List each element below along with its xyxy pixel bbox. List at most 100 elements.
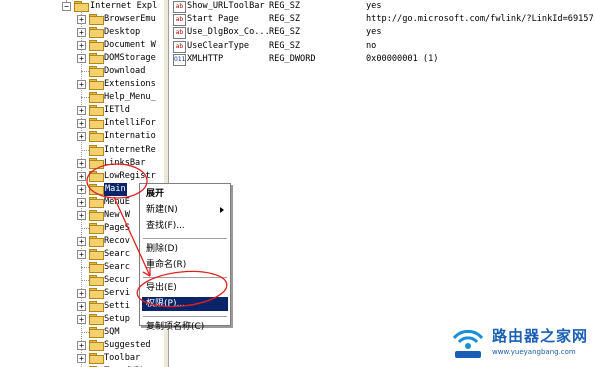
tree-node[interactable]: + LowRegistr	[0, 170, 163, 183]
menu-item[interactable]: 展开	[142, 187, 228, 201]
folder-icon	[89, 196, 104, 208]
folder-icon	[89, 40, 104, 52]
expand-expander-icon[interactable]: +	[77, 80, 86, 90]
router-logo-icon	[452, 329, 484, 358]
folder-icon	[89, 340, 104, 352]
expand-expander-icon[interactable]: +	[77, 171, 86, 181]
folder-icon	[89, 183, 104, 195]
tree-guide-line	[81, 97, 89, 99]
expand-expander-icon[interactable]: +	[77, 158, 86, 168]
value-name: Show_URLToolBar	[187, 1, 265, 11]
expand-expander-icon[interactable]: +	[77, 197, 86, 207]
tree-node[interactable]: SQM	[0, 326, 163, 339]
tree-node-label: PageS	[104, 222, 130, 233]
tree-node-label: MenuE	[104, 196, 130, 207]
tree-node[interactable]: InternetRe	[0, 144, 163, 157]
expand-expander-icon[interactable]: +	[77, 354, 86, 364]
folder-icon	[89, 118, 104, 130]
tree-node-label: Secur	[104, 275, 130, 285]
tree-node[interactable]: + Internatio	[0, 130, 163, 143]
folder-open-icon	[74, 1, 89, 12]
tree-node-label: Setup	[104, 314, 130, 325]
registry-value-row[interactable]: ab UseClearType REG_SZ no	[169, 40, 595, 53]
menu-item[interactable]: 复制项名称(C)	[142, 320, 228, 334]
menu-item-label: 新建(N)	[146, 205, 178, 215]
tree-node[interactable]: + Document W	[0, 39, 163, 52]
collapse-expander-icon[interactable]: −	[62, 2, 71, 11]
menu-separator	[143, 238, 227, 240]
menu-item[interactable]: 查找(F)...	[142, 219, 228, 233]
tree-node-label: BrowserEmu	[104, 14, 156, 24]
expand-expander-icon[interactable]: +	[77, 302, 86, 312]
tree-node[interactable]: + IntelliFor	[0, 117, 163, 130]
value-type: REG_SZ	[269, 14, 301, 25]
expand-expander-icon[interactable]: +	[77, 41, 86, 51]
tree-guide-line	[81, 332, 89, 334]
tree-guide-line	[81, 280, 89, 281]
folder-icon	[89, 53, 104, 65]
tree-node-label: SQM	[104, 327, 120, 338]
expand-expander-icon[interactable]: +	[77, 236, 86, 246]
menu-item-label: 删除(D)	[146, 244, 178, 254]
folder-icon	[89, 157, 104, 169]
expand-expander-icon[interactable]: +	[77, 15, 86, 24]
expand-expander-icon[interactable]: +	[77, 289, 86, 299]
tree-node[interactable]: + Suggested	[0, 339, 163, 352]
menu-item[interactable]: 权限(P)...	[142, 297, 228, 311]
tree-node[interactable]: + Toolbar	[0, 352, 163, 365]
tree-node[interactable]: + Desktop	[0, 26, 163, 39]
tree-node-label: LowRegistr	[104, 170, 156, 181]
menu-item-label: 查找(F)...	[146, 221, 185, 231]
expand-expander-icon[interactable]: +	[77, 341, 86, 351]
tree-node[interactable]: + BrowserEmu	[0, 13, 163, 26]
tree-node-label: Help_Menu_	[104, 92, 156, 103]
folder-icon	[89, 235, 104, 247]
expand-expander-icon[interactable]: +	[77, 210, 86, 220]
reg-string-icon: ab	[173, 1, 186, 13]
folder-icon	[89, 14, 104, 25]
menu-item[interactable]: 导出(E)	[142, 281, 228, 295]
folder-icon	[89, 144, 104, 156]
tree-node[interactable]: + Extensions	[0, 78, 163, 91]
tree-node-label: Searc	[104, 261, 130, 272]
tree-node[interactable]: + DOMStorage	[0, 52, 163, 65]
folder-icon	[89, 327, 104, 339]
context-menu: 展开新建(N) 查找(F)... 删除(D) 重命名(R) 导出(E) 权限(P)... 复…	[139, 183, 231, 332]
tree-node[interactable]: Download	[0, 65, 163, 78]
menu-item-label: 权限(P)...	[146, 299, 186, 309]
value-type: REG_DWORD	[269, 53, 316, 64]
expand-expander-icon[interactable]: +	[77, 106, 86, 116]
registry-value-row[interactable]: ab Use_DlgBox_Co... REG_SZ yes	[169, 26, 595, 40]
tree-node[interactable]: + IETld	[0, 104, 163, 117]
value-data: 0x00000001 (1)	[366, 53, 439, 64]
folder-icon	[89, 105, 104, 117]
menu-item-label: 展开	[146, 189, 165, 199]
tree-node[interactable]: + LinksBar	[0, 157, 163, 170]
registry-value-row[interactable]: ab Start Page REG_SZ http://go.microsoft.co…	[169, 13, 595, 27]
expand-expander-icon[interactable]: +	[77, 184, 86, 194]
expand-expander-icon[interactable]: +	[77, 28, 86, 38]
expand-expander-icon[interactable]: +	[77, 249, 86, 259]
tree-node-label: LinksBar	[104, 157, 146, 168]
folder-icon	[89, 288, 104, 300]
menu-item-label: 重命名(R)	[146, 260, 187, 270]
tree-guide-line	[81, 71, 89, 73]
tree-node-label: Toolbar	[104, 353, 141, 364]
expand-expander-icon[interactable]: +	[77, 119, 86, 129]
registry-value-row[interactable]: ab Show_URLToolBar REG_SZ yes	[169, 0, 595, 13]
menu-item[interactable]: 删除(D)	[142, 242, 228, 256]
expand-expander-icon[interactable]: +	[77, 132, 86, 142]
tree-node-label: Searc	[104, 248, 130, 259]
registry-values-pane[interactable]: ab Show_URLToolBar REG_SZ yes ab Start Page RE…	[169, 0, 595, 367]
folder-icon	[89, 27, 104, 39]
menu-item-label: 复制项名称(C)	[146, 322, 205, 332]
expand-expander-icon[interactable]: +	[77, 315, 86, 325]
expand-expander-icon[interactable]: +	[77, 54, 86, 64]
reg-string-icon: ab	[173, 14, 186, 27]
menu-item[interactable]: 重命名(R)	[142, 258, 228, 272]
tree-node-label: Suggested	[104, 340, 151, 351]
tree-node[interactable]: Help_Menu_	[0, 91, 163, 104]
menu-item[interactable]: 新建(N)	[142, 203, 228, 217]
registry-value-row[interactable]: 011 XMLHTTP REG_DWORD 0x00000001 (1)	[169, 53, 595, 66]
folder-icon	[89, 92, 104, 104]
